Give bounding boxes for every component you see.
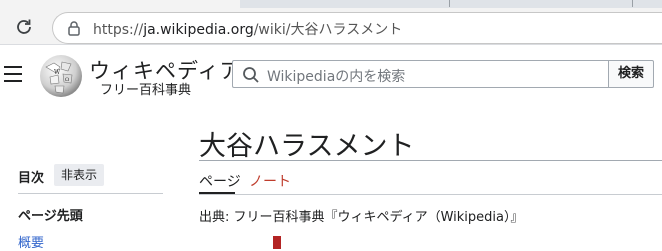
active-browser-tab[interactable] <box>0 0 240 8</box>
url-path: /wiki/大谷ハラスメント <box>253 22 403 38</box>
search-button[interactable]: 検索 <box>608 60 654 88</box>
toolbar-divider <box>0 44 662 45</box>
search-placeholder: Wikipediaの内を検索 <box>267 69 406 85</box>
url-host: ja.wikipedia.org <box>143 22 254 38</box>
wikipedia-globe-icon[interactable]: W Ω <box>38 53 84 99</box>
article-source-line: 出典: フリー百科事典『ウィキペディア（Wikipedia）』 <box>199 210 524 225</box>
toc-hide-button[interactable]: 非表示 <box>54 164 105 186</box>
tab-page[interactable]: ページ <box>199 171 241 191</box>
browser-tab-strip <box>0 0 662 8</box>
maintenance-notice-marker <box>273 236 281 249</box>
svg-text:W: W <box>54 69 61 76</box>
toc-title: 目次 <box>18 171 45 186</box>
tab-separator <box>449 0 450 7</box>
tab-talk[interactable]: ノート <box>249 171 291 191</box>
search-input[interactable]: Wikipediaの内を検索 <box>232 60 608 88</box>
tabs-divider <box>199 194 662 195</box>
url-scheme: https:// <box>93 22 144 38</box>
toc-divider <box>18 193 163 194</box>
search-icon <box>243 67 259 83</box>
title-divider <box>199 160 662 161</box>
reload-icon[interactable] <box>14 17 34 37</box>
wikipedia-tagline: フリー百科事典 <box>100 83 192 98</box>
hamburger-menu-icon[interactable] <box>4 66 22 82</box>
tab-separator <box>632 0 633 7</box>
browser-toolbar: https://ja.wikipedia.org/wiki/大谷ハラスメント <box>0 8 662 44</box>
toc-item-overview[interactable]: 概要 <box>18 232 44 251</box>
svg-text:Ω: Ω <box>65 77 69 83</box>
url-text[interactable]: https://ja.wikipedia.org/wiki/大谷ハラスメント <box>93 19 402 39</box>
lock-icon[interactable] <box>67 20 81 36</box>
toc-item-page-top[interactable]: ページ先頭 <box>18 205 83 224</box>
address-bar[interactable]: https://ja.wikipedia.org/wiki/大谷ハラスメント <box>52 12 662 44</box>
page-title: 大谷ハラスメント <box>199 131 415 162</box>
